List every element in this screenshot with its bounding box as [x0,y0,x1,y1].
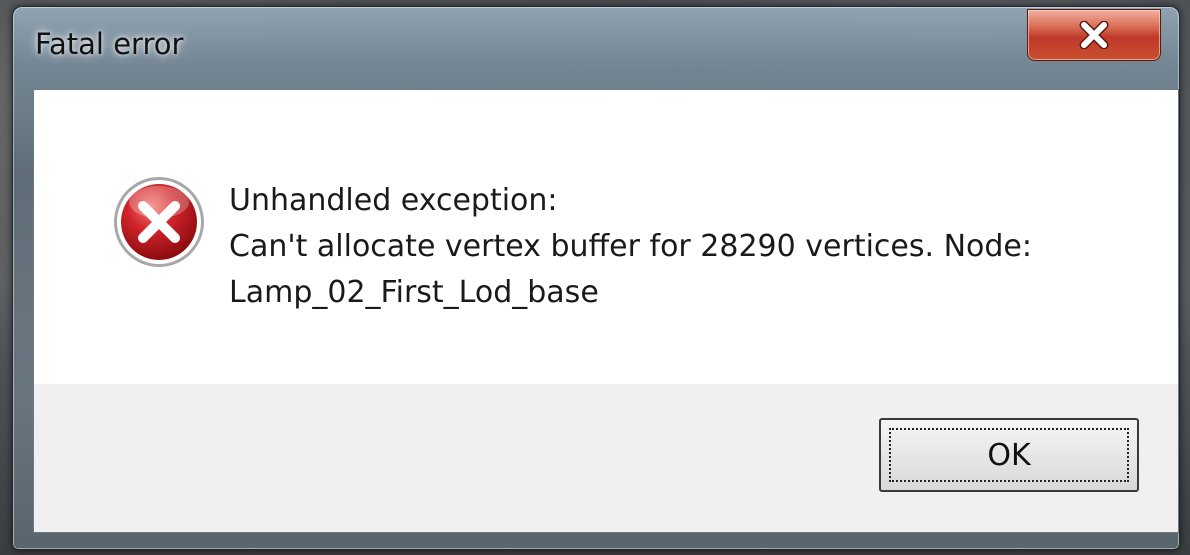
close-icon [1079,21,1109,49]
message-line-2: Can't allocate vertex buffer for 28290 v… [229,229,1032,264]
dialog-window: Fatal error Unhandled exception: Can't a… [12,6,1180,550]
ok-button[interactable]: OK [879,418,1139,492]
focus-rectangle: OK [889,428,1129,482]
message-line-1: Unhandled exception: [229,183,558,218]
message-area: Unhandled exception: Can't allocate vert… [34,90,1178,384]
close-button[interactable] [1027,9,1161,61]
error-icon [114,177,204,267]
window-title: Fatal error [35,27,184,61]
dialog-body: Unhandled exception: Can't allocate vert… [33,89,1179,533]
message-line-3: Lamp_02_First_Lod_base [229,275,599,310]
ok-button-label: OK [987,437,1031,473]
button-area: OK [34,384,1178,532]
error-message: Unhandled exception: Can't allocate vert… [229,178,1032,316]
